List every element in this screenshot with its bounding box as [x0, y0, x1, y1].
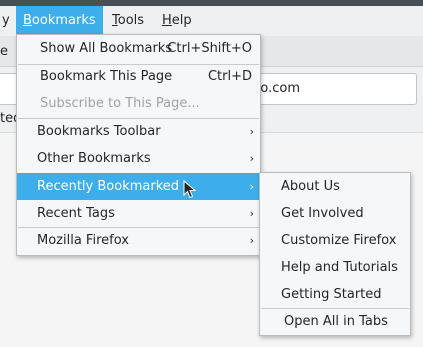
tab-label[interactable]: e: [0, 44, 8, 59]
menu-item-label: Get Involved: [281, 206, 364, 221]
menu-item-bookmark-this-page[interactable]: Bookmark This Page Ctrl+D: [17, 64, 260, 90]
menu-item-label: Open All in Tabs: [284, 314, 388, 329]
menubar-item-accel: B: [23, 13, 32, 28]
menubar-item-bookmarks[interactable]: Bookmarks: [16, 6, 103, 36]
menu-item-label: Recent Tags: [37, 206, 115, 221]
menu-item-show-all-bookmarks[interactable]: Show All Bookmarks Ctrl+Shift+O: [17, 36, 260, 62]
menu-item-recently-bookmarked[interactable]: Recently Bookmarked ›: [17, 173, 260, 200]
submenu-item-open-all-in-tabs[interactable]: Open All in Tabs: [260, 309, 410, 335]
menubar-item-label: ools: [117, 13, 145, 28]
menu-item-label: Subscribe to This Page...: [40, 96, 200, 111]
menu-item-shortcut: Ctrl+Shift+O: [167, 41, 252, 56]
menu-item-other-bookmarks[interactable]: Other Bookmarks ›: [17, 146, 260, 172]
menubar-item-tools[interactable]: Tools: [105, 6, 151, 36]
menubar: y Bookmarks Tools Help: [0, 6, 423, 36]
menu-item-label: About Us: [281, 179, 340, 194]
mouse-cursor-icon: [183, 180, 197, 199]
menubar-item-help[interactable]: Help: [155, 6, 199, 36]
menu-item-recent-tags[interactable]: Recent Tags ›: [17, 201, 260, 227]
menu-item-label: Show All Bookmarks: [40, 41, 173, 56]
menu-item-bookmarks-toolbar[interactable]: Bookmarks Toolbar ›: [17, 119, 260, 145]
menu-item-shortcut: Ctrl+D: [207, 69, 252, 84]
submenu-item-get-involved[interactable]: Get Involved: [260, 201, 410, 227]
submenu-item-getting-started[interactable]: Getting Started: [260, 282, 410, 308]
submenu-item-about-us[interactable]: About Us: [260, 174, 410, 200]
menu-item-label: Customize Firefox: [281, 233, 397, 248]
bookmarks-menu: Show All Bookmarks Ctrl+Shift+O Bookmark…: [16, 34, 261, 256]
menu-item-label: Other Bookmarks: [37, 151, 151, 166]
menubar-item-label: elp: [171, 13, 192, 28]
menubar-item-label: y: [2, 13, 10, 28]
submenu-arrow-icon: ›: [249, 152, 254, 165]
menu-item-mozilla-firefox[interactable]: Mozilla Firefox ›: [17, 228, 260, 254]
menu-item-label: Getting Started: [281, 287, 382, 302]
menu-item-label: Mozilla Firefox: [37, 233, 129, 248]
submenu-arrow-icon: ›: [249, 207, 254, 220]
menubar-item-accel: H: [162, 13, 172, 28]
menu-item-label: Help and Tutorials: [281, 260, 398, 275]
recently-bookmarked-submenu: About Us Get Involved Customize Firefox …: [259, 172, 411, 336]
menubar-item-label: ookmarks: [31, 13, 96, 28]
submenu-item-help-and-tutorials[interactable]: Help and Tutorials: [260, 255, 410, 281]
menu-item-subscribe: Subscribe to This Page...: [17, 91, 260, 117]
menu-item-label: Bookmark This Page: [40, 69, 173, 84]
submenu-arrow-icon: ›: [249, 234, 254, 247]
menu-item-label: Bookmarks Toolbar: [37, 124, 161, 139]
menu-item-label: Recently Bookmarked: [37, 179, 180, 194]
submenu-arrow-icon: ›: [249, 125, 254, 138]
submenu-arrow-icon: ›: [249, 180, 254, 193]
menubar-item-history[interactable]: y: [0, 6, 17, 36]
submenu-item-customize-firefox[interactable]: Customize Firefox: [260, 228, 410, 254]
